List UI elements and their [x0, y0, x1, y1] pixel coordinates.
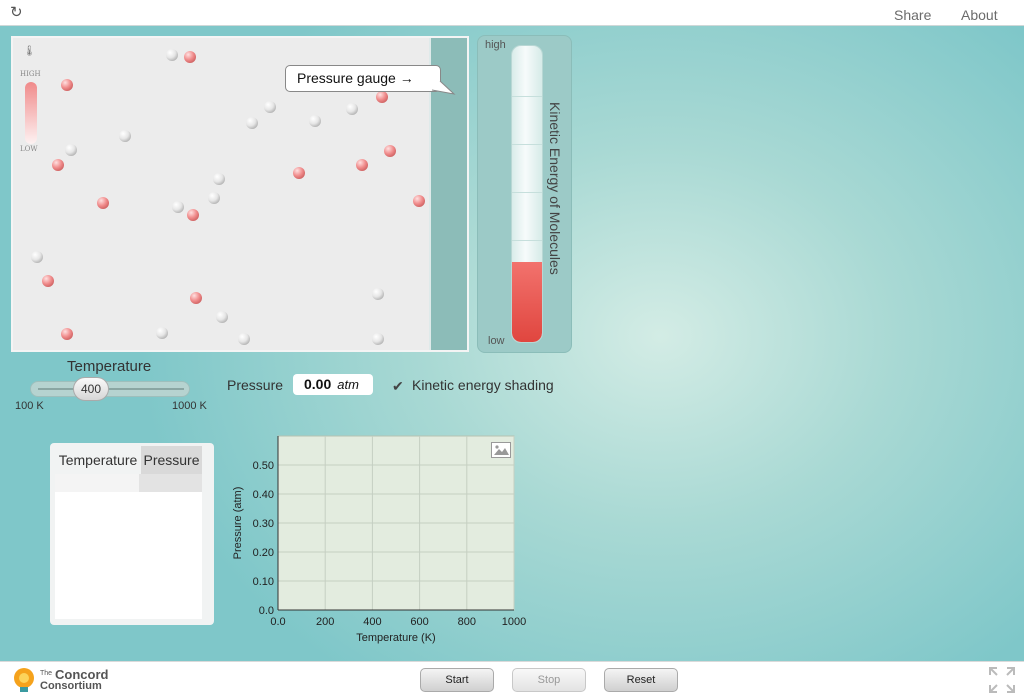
y-tick-label: 0.40: [253, 489, 274, 501]
temperature-slider-line: [38, 388, 184, 390]
pressure-value: 0.00: [304, 376, 332, 392]
reload-icon[interactable]: ↻: [10, 5, 26, 21]
ke-fill: [512, 262, 542, 342]
top-bar: ↻ Share About: [0, 0, 1024, 26]
x-axis-label: Temperature (K): [356, 632, 435, 644]
y-tick-label: 0.10: [253, 576, 274, 588]
ke-high-label: high: [485, 39, 506, 51]
molecule: [372, 288, 384, 300]
molecule: [61, 79, 73, 91]
table-header-pressure[interactable]: Pressure: [141, 446, 202, 474]
molecule: [309, 115, 321, 127]
x-tick-label: 600: [410, 616, 428, 628]
molecule: [413, 195, 425, 207]
temperature-slider-thumb[interactable]: 400: [73, 377, 109, 401]
ke-legend-bar: [25, 82, 37, 144]
molecule: [264, 101, 276, 113]
share-link[interactable]: Share: [894, 7, 931, 23]
molecule: [97, 197, 109, 209]
molecule: [61, 328, 73, 340]
y-tick-label: 0.0: [259, 605, 274, 617]
pressure-label: Pressure: [227, 377, 284, 393]
molecule: [213, 173, 225, 185]
tooltip-tail: [430, 80, 456, 95]
fullscreen-icon[interactable]: [988, 666, 1016, 694]
stop-button[interactable]: Stop: [512, 668, 586, 692]
ke-tick: [512, 144, 542, 145]
pressure-gauge-tooltip: Pressure gauge →: [285, 65, 441, 92]
concord-logo-icon: [14, 668, 34, 692]
molecule: [216, 311, 228, 323]
molecule: [184, 51, 196, 63]
x-tick-label: 800: [458, 616, 476, 628]
legend-low-label: LOW: [20, 145, 38, 153]
ke-tube: [511, 45, 543, 343]
table-body: [55, 474, 202, 619]
about-link[interactable]: About: [961, 7, 998, 23]
image-snapshot-icon[interactable]: [491, 442, 511, 458]
molecule: [172, 201, 184, 213]
molecule: [31, 251, 43, 263]
x-tick-label: 1000: [502, 616, 526, 628]
reset-button[interactable]: Reset: [604, 668, 678, 692]
molecule: [42, 275, 54, 287]
temperature-max-label: 1000 K: [172, 400, 207, 412]
temperature-min-label: 100 K: [15, 400, 44, 412]
pressure-temperature-graph: 0.0 200 400 600 800 1000 0.0 0.10 0.20 0.30 0.40 0.…: [232, 435, 534, 646]
ke-tick: [512, 192, 542, 193]
molecule: [156, 327, 168, 339]
ke-tick: [512, 96, 542, 97]
molecule: [372, 333, 384, 345]
logo-the: The: [40, 670, 53, 677]
molecule: [187, 209, 199, 221]
y-tick-label: 0.20: [253, 547, 274, 559]
molecule: [190, 292, 202, 304]
molecule: [238, 333, 250, 345]
ke-low-label: low: [488, 335, 505, 347]
molecule: [293, 167, 305, 179]
molecule: [246, 117, 258, 129]
ke-meter-title: Kinetic Energy of Molecules: [547, 102, 563, 275]
kinetic-energy-meter: high Kinetic Energy of Molecules low: [477, 35, 572, 353]
y-axis-label: Pressure (atm): [232, 487, 244, 560]
thermometer-lock-icons: 🌡︎: [23, 46, 40, 57]
data-table: Temperature Pressure: [50, 443, 214, 625]
y-tick-label: 0.50: [253, 460, 274, 472]
ke-shading-checkbox[interactable]: ✔: [392, 378, 408, 394]
table-cell[interactable]: [55, 474, 139, 492]
table-header-temperature[interactable]: Temperature: [55, 446, 141, 474]
y-tick-label: 0.30: [253, 518, 274, 530]
ke-shading-label[interactable]: Kinetic energy shading: [412, 377, 554, 393]
image-glyph: [494, 445, 509, 455]
molecule: [119, 130, 131, 142]
x-tick-label: 200: [316, 616, 334, 628]
ke-tick: [512, 240, 542, 241]
logo-consortium: Consortium: [40, 680, 102, 692]
molecule: [65, 144, 77, 156]
x-tick-label: 400: [363, 616, 381, 628]
pressure-readout: 0.00 atm: [293, 374, 373, 395]
molecule: [208, 192, 220, 204]
pressure-unit: atm: [337, 377, 359, 392]
graph-svg: 0.0 200 400 600 800 1000 0.0 0.10 0.20 0.30 0.40 0.…: [232, 435, 526, 644]
legend-high-label: HIGH: [20, 70, 41, 78]
molecule: [384, 145, 396, 157]
molecule: [376, 91, 388, 103]
start-button[interactable]: Start: [420, 668, 494, 692]
molecule: [166, 49, 178, 61]
molecule: [346, 103, 358, 115]
molecule: [52, 159, 64, 171]
temperature-slider-title: Temperature: [67, 358, 152, 375]
table-cell[interactable]: [139, 474, 202, 492]
x-tick-label: 0.0: [270, 616, 285, 628]
molecule: [356, 159, 368, 171]
